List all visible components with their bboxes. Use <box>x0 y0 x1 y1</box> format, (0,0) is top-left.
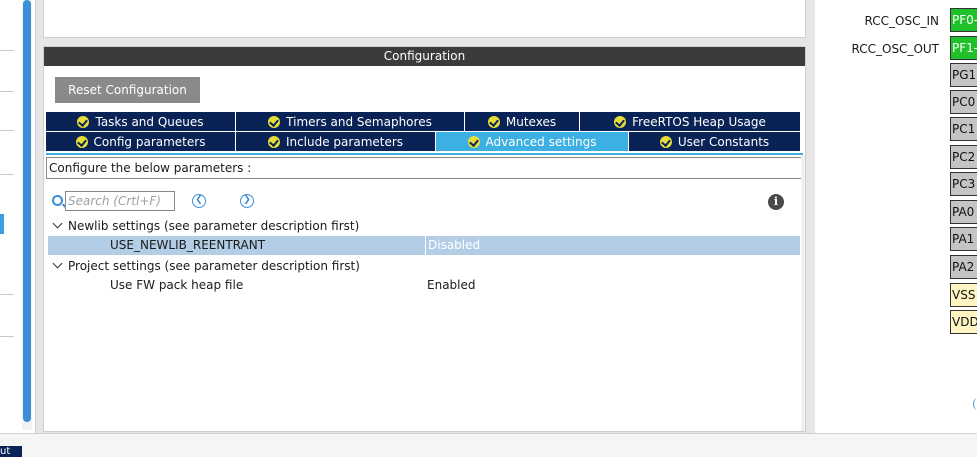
group-project-settings[interactable]: Project settings (see parameter descript… <box>52 257 360 275</box>
next-result-icon[interactable]: ❯ <box>240 194 254 208</box>
check-icon <box>487 115 500 128</box>
param-row-use-newlib-reentrant[interactable]: USE_NEWLIB_REENTRANT Disabled <box>48 236 800 255</box>
pin-vss[interactable]: VSS <box>950 283 977 307</box>
check-icon <box>77 115 90 128</box>
tab-underline <box>46 153 803 155</box>
configure-instructions: Configure the below parameters : <box>46 157 803 179</box>
pin-vdd[interactable]: VDD <box>950 310 977 334</box>
left-scrollbar[interactable] <box>22 0 32 430</box>
search-input[interactable] <box>65 191 175 211</box>
left-selection-marker <box>0 214 4 234</box>
left-panel <box>0 0 36 433</box>
bottom-tab-chip[interactable]: ut <box>0 446 22 457</box>
param-value[interactable]: Enabled <box>425 276 476 295</box>
group-newlib-settings[interactable]: Newlib settings (see parameter descripti… <box>52 217 359 235</box>
param-row-use-fw-pack-heap-file[interactable]: Use FW pack heap file Enabled <box>48 276 800 295</box>
pin-pc3[interactable]: PC3 <box>950 172 977 196</box>
param-name: Use FW pack heap file <box>110 278 244 292</box>
param-value[interactable]: Disabled <box>425 236 480 255</box>
left-separator <box>0 50 14 51</box>
check-icon <box>268 115 281 128</box>
configuration-panel: Configuration Reset Configuration Tasks … <box>43 46 806 432</box>
group-label: Project settings (see parameter descript… <box>68 259 360 273</box>
left-separator <box>0 130 14 131</box>
group-label: Newlib settings (see parameter descripti… <box>68 219 360 233</box>
tab-advanced-settings[interactable]: Advanced settings <box>436 132 629 152</box>
left-scrollbar-thumb[interactable] <box>23 0 31 422</box>
check-icon <box>467 135 480 148</box>
left-separator <box>0 174 14 175</box>
tab-label: Timers and Semaphores <box>286 114 432 129</box>
pin-pa2[interactable]: PA2 <box>950 255 977 279</box>
config-tabs: Tasks and Queues Timers and Semaphores M… <box>46 112 801 152</box>
check-icon <box>614 115 627 128</box>
param-name: USE_NEWLIB_REENTRANT <box>110 238 266 252</box>
tab-label: User Constants <box>677 134 770 149</box>
left-separator <box>0 336 14 337</box>
tab-tasks-and-queues[interactable]: Tasks and Queues <box>46 112 236 132</box>
tab-label: Config parameters <box>93 134 206 149</box>
info-icon[interactable]: i <box>768 194 784 210</box>
search-row: ❮ ❯ i <box>52 191 792 213</box>
pin-pc1[interactable]: PC1 <box>950 117 977 141</box>
check-icon <box>659 135 672 148</box>
search-icon[interactable] <box>52 195 63 206</box>
pin-pf0[interactable]: PF0- <box>950 8 977 32</box>
tab-label: Advanced settings <box>485 134 597 149</box>
configuration-header: Configuration <box>44 47 805 66</box>
tab-mutexes[interactable]: Mutexes <box>465 112 580 132</box>
pin-pc2[interactable]: PC2 <box>950 145 977 169</box>
tab-config-parameters[interactable]: Config parameters <box>46 132 236 152</box>
signal-label: RCC_OSC_OUT <box>851 42 940 56</box>
left-separator <box>0 294 14 295</box>
tab-label: Mutexes <box>505 114 557 129</box>
tab-timers-and-semaphores[interactable]: Timers and Semaphores <box>236 112 465 132</box>
pin-pa1[interactable]: PA1 <box>950 227 977 251</box>
reset-configuration-button[interactable]: Reset Configuration <box>55 77 200 103</box>
tab-freertos-heap-usage[interactable]: FreeRTOS Heap Usage <box>580 112 801 132</box>
signal-label: RCC_OSC_IN <box>864 14 939 28</box>
left-separator <box>0 91 14 92</box>
bottom-bar <box>0 433 977 457</box>
pin-pa0[interactable]: PA0 <box>950 200 977 224</box>
check-icon <box>267 135 280 148</box>
pinout-panel: RCC_OSC_IN RCC_OSC_OUT PF0- PF1- PG1 PC0… <box>815 0 977 433</box>
chevron-down-icon[interactable] <box>52 258 63 269</box>
chevron-down-icon[interactable] <box>52 218 63 229</box>
config-scrollbar[interactable] <box>801 155 805 431</box>
pin-pg1[interactable]: PG1 <box>950 63 977 87</box>
pin-pf1[interactable]: PF1- <box>950 36 977 60</box>
pin-pc0[interactable]: PC0 <box>950 90 977 114</box>
tab-row-2: Config parameters Include parameters Adv… <box>46 132 801 152</box>
tab-label: Tasks and Queues <box>95 114 204 129</box>
tab-include-parameters[interactable]: Include parameters <box>236 132 436 152</box>
upper-panel <box>43 0 806 38</box>
check-icon <box>75 135 88 148</box>
tab-label: FreeRTOS Heap Usage <box>632 114 766 129</box>
tab-user-constants[interactable]: User Constants <box>629 132 801 152</box>
tab-label: Include parameters <box>285 134 404 149</box>
tab-row-1: Tasks and Queues Timers and Semaphores M… <box>46 112 801 132</box>
zoom-control-icon[interactable] <box>973 398 977 410</box>
previous-result-icon[interactable]: ❮ <box>192 194 206 208</box>
